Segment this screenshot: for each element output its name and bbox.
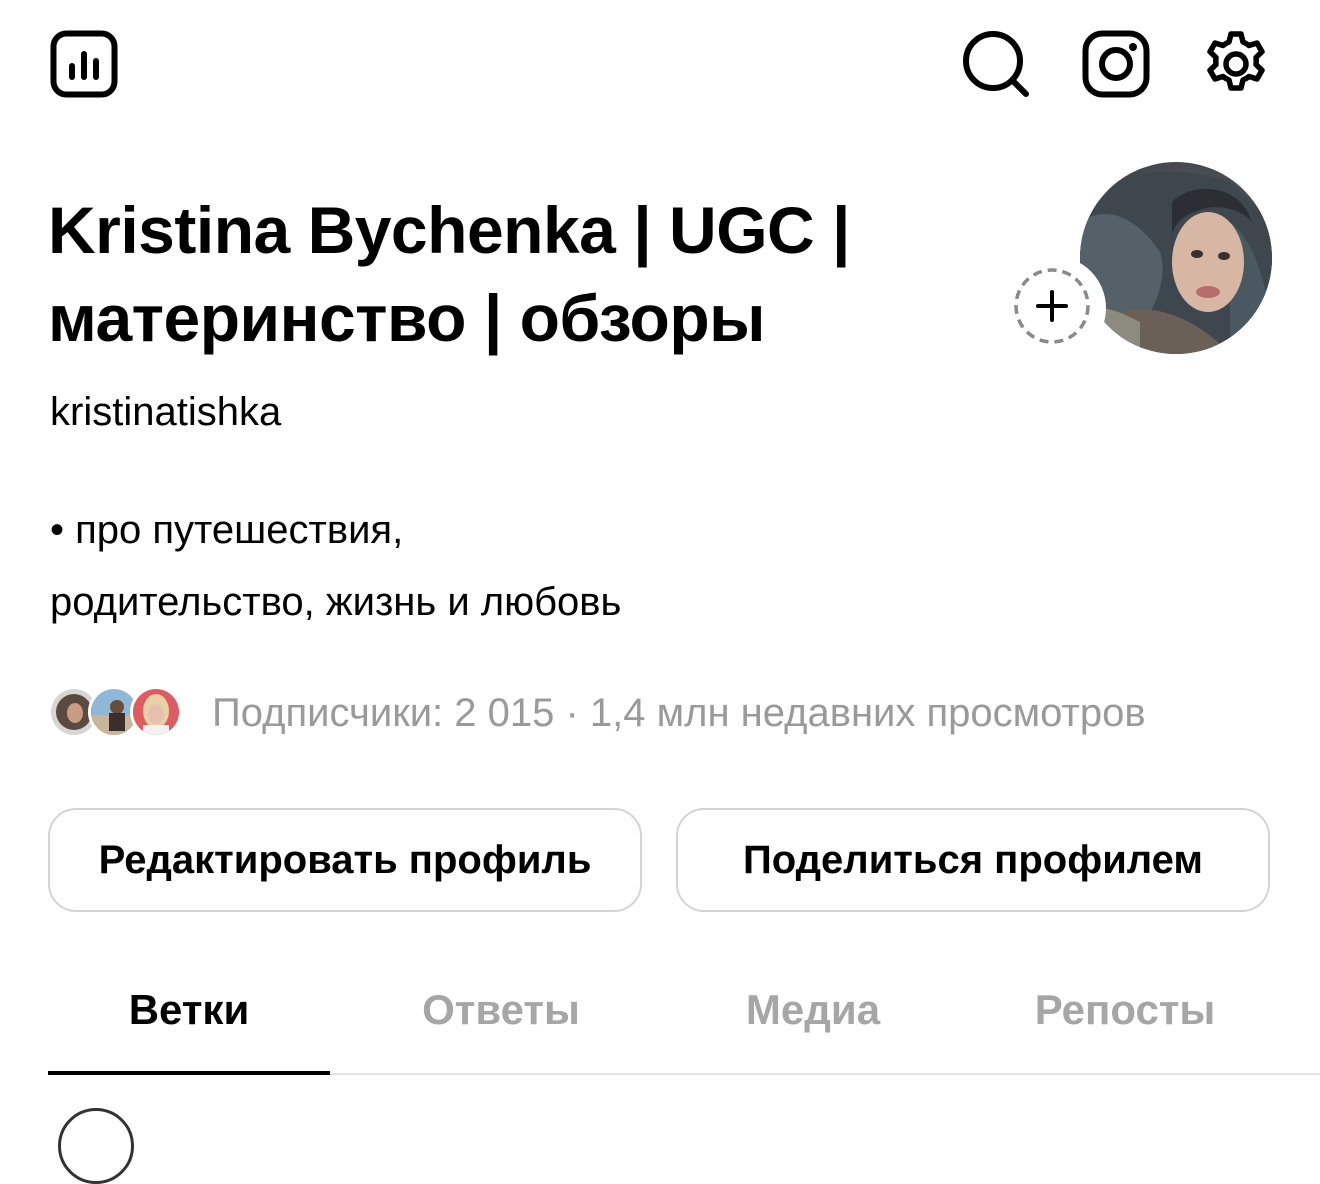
post-avatar[interactable] (58, 1108, 134, 1184)
profile-avatar[interactable] (1080, 162, 1272, 354)
plus-icon (1014, 268, 1090, 344)
profile-name-line2: материнство | обзоры (48, 281, 766, 355)
bio-line-2: родительство, жизнь и любовь (50, 580, 622, 624)
instagram-icon[interactable] (1082, 30, 1150, 98)
tab-replies[interactable]: Ответы (360, 974, 642, 1074)
username: kristinatishka (50, 390, 282, 434)
share-profile-button[interactable]: Поделиться профилем (676, 808, 1270, 912)
tab-threads[interactable]: Ветки (48, 974, 330, 1074)
insights-chart-icon[interactable] (50, 30, 118, 98)
followers-count-text[interactable]: Подписчики: 2 015 · 1,4 млн недавних про… (212, 686, 1272, 740)
bio-line-1: • про путешествия, (50, 508, 404, 552)
settings-gear-icon[interactable] (1200, 28, 1272, 100)
tab-media[interactable]: Медиа (672, 974, 954, 1074)
follower-avatar-3 (130, 686, 182, 738)
followers-row[interactable]: Подписчики: 2 015 · 1,4 млн недавних про… (48, 686, 1278, 742)
add-story-button[interactable] (1002, 256, 1106, 360)
profile-name: Kristina Bychenka | UGC | материнство | … (48, 186, 948, 362)
active-tab-indicator (48, 1071, 330, 1075)
profile-name-line1: Kristina Bychenka | UGC | (48, 193, 851, 267)
tab-reposts[interactable]: Репосты (984, 974, 1266, 1074)
search-icon[interactable] (960, 28, 1032, 100)
edit-profile-button[interactable]: Редактировать профиль (48, 808, 642, 912)
profile-tabs: Ветки Ответы Медиа Репосты (48, 974, 1296, 1074)
